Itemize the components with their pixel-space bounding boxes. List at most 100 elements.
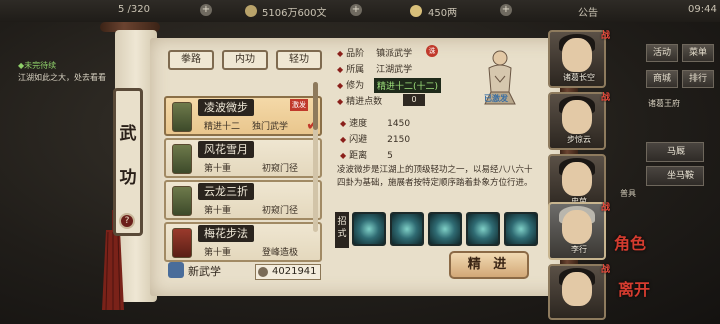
skill-item-2[interactable]: 风花雪月 第十重 初窥门径 (164, 138, 322, 178)
new-skill-icon (168, 262, 184, 278)
notice-button[interactable]: 公告 (578, 4, 598, 19)
stable-label: 马厩 (667, 147, 686, 157)
quality-badge: 诛 (426, 45, 438, 57)
attr-type-label: 所属 (346, 65, 365, 75)
move-slot-1[interactable] (352, 212, 386, 246)
skill-item-1[interactable]: 凌波微步 激发 精进十二 独门武学 ✔ (164, 96, 322, 136)
skill-name: 凌波微步 (198, 99, 254, 116)
battle-icon: 战 (600, 203, 610, 213)
location-text: 诸葛王府 (648, 99, 680, 108)
skill-tier: 初窥门径 (262, 206, 299, 216)
stat-range-value: 5 (387, 151, 393, 161)
skill-tier: 登峰造极 (262, 248, 299, 258)
quest-text: 江湖如此之大，处去看看 (18, 73, 106, 82)
attr-points-label: 精进点数 (346, 97, 383, 107)
add-money-button[interactable]: + (350, 4, 362, 16)
attr-cultivation-label: 修为 (346, 81, 365, 91)
cultivation-value: 精进十二(十二) (374, 78, 442, 93)
attr-points-value: 0 (403, 94, 425, 106)
quest-title: ◆未完待续 (18, 61, 57, 70)
activity-button[interactable]: 活动 (646, 44, 678, 62)
tab-inner[interactable]: 内功 (222, 50, 268, 70)
stat-speed-value: 1450 (387, 119, 411, 129)
hero-portrait (562, 272, 592, 306)
skill-level: 第十重 (204, 164, 232, 174)
role-button[interactable]: 角色 (614, 230, 646, 254)
battle-icon: 战 (600, 93, 610, 103)
attr-cultivation: ◆ 修为 (337, 78, 376, 91)
attr-quality-value: 镇派武学 (376, 49, 413, 59)
skill-list-scroll-thumb[interactable] (313, 82, 318, 130)
skill-item-4[interactable]: 梅花步法 第十重 登峰造极 (164, 222, 322, 262)
gold-text: 450两 (428, 8, 458, 19)
attr-points: ◆ 精进点数 (337, 97, 383, 107)
move-slot-3[interactable] (428, 212, 462, 246)
skill-tier: 初窥门径 (262, 164, 299, 174)
points-value: 4021941 (272, 266, 317, 277)
top-bar: 5 /320 + 5106万600文 + 450两 + 公告 09:44 (0, 0, 720, 22)
ranking-button[interactable]: 排行 (682, 70, 714, 88)
skill-name: 梅花步法 (198, 225, 254, 242)
upgrade-button[interactable]: 精 进 (449, 251, 529, 279)
stat-speed: ◆ 速度 1450 (340, 116, 410, 129)
skill-level: 第十重 (204, 206, 232, 216)
skill-level: 精进十二 (204, 122, 241, 132)
saddle-button[interactable]: 坐马鞍 (646, 166, 704, 186)
hero-portrait (562, 162, 592, 196)
move-slot-2[interactable] (390, 212, 424, 246)
stat-dodge: ◆ 闪避 2150 (340, 132, 410, 145)
stat-dodge-value: 2150 (387, 135, 411, 145)
hero-name: 步惊云 (567, 135, 591, 144)
moves-label: 招式 (335, 212, 349, 248)
move-slot-4[interactable] (466, 212, 500, 246)
gold-icon (410, 5, 422, 17)
attr-type-value: 江湖武学 (376, 65, 413, 75)
equip-label: 普具 (620, 189, 636, 198)
coin-icon (245, 5, 257, 17)
add-energy-button[interactable]: + (200, 4, 212, 16)
skill-tier: 独门武学 (252, 122, 289, 132)
attr-quality: ◆ 品阶 镇派武学 (337, 46, 412, 59)
hero-slot-5[interactable]: 战 (548, 264, 610, 320)
attr-quality-label: 品阶 (346, 49, 365, 59)
battle-icon: 战 (600, 265, 610, 275)
help-icon[interactable]: ? (119, 213, 135, 229)
stat-range-label: 距离 (349, 151, 368, 161)
hero-slot-2[interactable]: 步惊云 战 (548, 92, 610, 150)
saddle-label: 坐马鞍 (667, 171, 695, 181)
skill-book-icon (172, 186, 192, 216)
skill-badge: 激发 (290, 99, 308, 111)
stat-dodge-label: 闪避 (349, 135, 368, 145)
skill-book-icon (172, 102, 192, 132)
leave-button[interactable]: 离开 (618, 276, 650, 300)
add-gold-button[interactable]: + (500, 4, 512, 16)
stat-range: ◆ 距离 5 (340, 148, 393, 161)
hero-portrait (562, 210, 592, 244)
scroll-title-char-1: 武 (119, 124, 137, 144)
hero-name: 诸葛长空 (563, 73, 595, 82)
hero-slot-1[interactable]: 诸葛长空 战 (548, 30, 610, 88)
skill-book-icon (172, 228, 192, 258)
battle-icon: 战 (600, 31, 610, 41)
quest-panel[interactable]: ◆未完待续 江湖如此之大，处去看看 (18, 60, 113, 84)
new-skill-button[interactable]: 新武学 (188, 263, 221, 279)
hero-portrait (562, 100, 592, 134)
skill-item-3[interactable]: 云龙三折 第十重 初窥门径 (164, 180, 322, 220)
skill-name: 云龙三折 (198, 183, 254, 200)
points-icon (258, 267, 268, 277)
move-slot-5[interactable] (504, 212, 538, 246)
skill-book-icon (172, 144, 192, 174)
attr-type: ◆ 所属 江湖武学 (337, 62, 412, 75)
hero-portrait (562, 38, 592, 72)
scroll-title-char-2: 功 (119, 168, 137, 188)
menu-button[interactable]: 菜单 (682, 44, 714, 62)
clock-text: 09:44 (688, 4, 717, 15)
shop-button[interactable]: 商城 (646, 70, 678, 88)
tab-lightness[interactable]: 轻功 (276, 50, 322, 70)
skill-level: 第十重 (204, 248, 232, 258)
hero-slot-4[interactable]: 李行 战 (548, 202, 610, 260)
stable-button[interactable]: 马厩 (646, 142, 704, 162)
activated-label: 已激发 (484, 94, 508, 103)
tab-boxing[interactable]: 拳路 (168, 50, 214, 70)
skill-name: 风花雪月 (198, 141, 254, 158)
